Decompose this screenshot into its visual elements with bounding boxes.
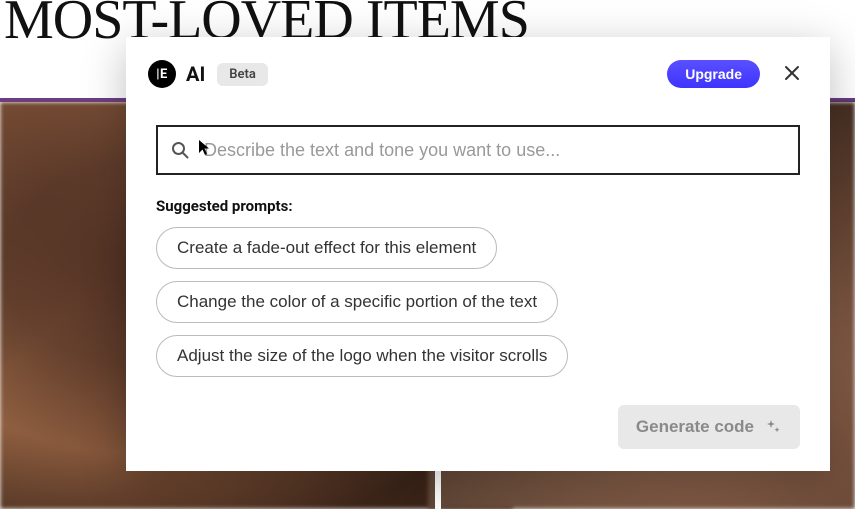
modal-title: AI <box>186 62 205 86</box>
beta-badge: Beta <box>217 63 268 86</box>
modal-footer: Generate code <box>126 405 830 471</box>
generate-code-button[interactable]: Generate code <box>618 405 800 449</box>
modal-body: Suggested prompts: Create a fade-out eff… <box>126 111 830 405</box>
modal-header: |E AI Beta Upgrade <box>126 37 830 111</box>
suggested-prompts-list: Create a fade-out effect for this elemen… <box>156 227 800 377</box>
close-button[interactable] <box>778 60 806 88</box>
search-icon <box>170 140 190 160</box>
elementor-logo-icon: |E <box>148 60 176 88</box>
suggested-prompts-label: Suggested prompts: <box>156 197 800 215</box>
prompt-chip[interactable]: Adjust the size of the logo when the vis… <box>156 335 568 377</box>
generate-code-label: Generate code <box>636 417 754 437</box>
ai-modal: |E AI Beta Upgrade Suggested prompts: Cr… <box>126 37 830 471</box>
sparkle-icon <box>764 418 782 436</box>
prompt-input[interactable] <box>204 140 786 161</box>
close-icon <box>783 64 801 85</box>
prompt-input-wrap[interactable] <box>156 125 800 175</box>
prompt-chip[interactable]: Change the color of a specific portion o… <box>156 281 558 323</box>
upgrade-button[interactable]: Upgrade <box>667 60 760 88</box>
prompt-chip[interactable]: Create a fade-out effect for this elemen… <box>156 227 497 269</box>
